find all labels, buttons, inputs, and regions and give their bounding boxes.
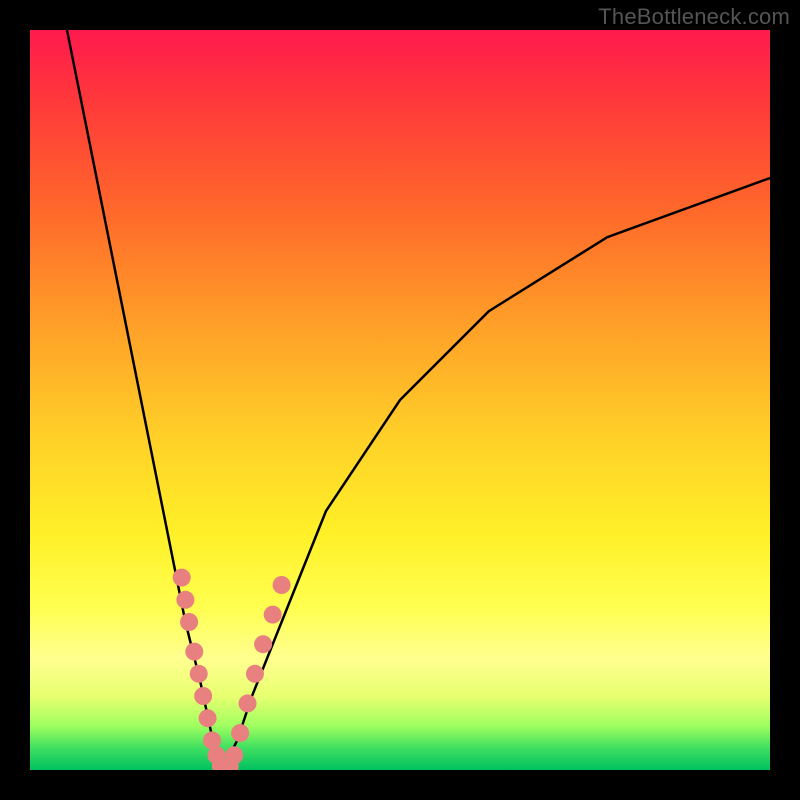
marker-dot bbox=[239, 694, 257, 712]
marker-dot bbox=[273, 576, 291, 594]
marker-dot bbox=[264, 606, 282, 624]
watermark-text: TheBottleneck.com bbox=[598, 4, 790, 30]
marker-dot bbox=[173, 569, 191, 587]
plot-area bbox=[30, 30, 770, 770]
marker-dot bbox=[225, 746, 243, 764]
marker-dot bbox=[185, 643, 203, 661]
marker-dot bbox=[231, 724, 249, 742]
marker-dot bbox=[194, 687, 212, 705]
marker-dot bbox=[199, 709, 217, 727]
curve-svg bbox=[30, 30, 770, 770]
marker-dot bbox=[176, 591, 194, 609]
curve-layer bbox=[67, 30, 770, 770]
series-v-curve-right bbox=[222, 178, 770, 770]
marker-dot bbox=[190, 665, 208, 683]
marker-dot bbox=[254, 635, 272, 653]
chart-frame: TheBottleneck.com bbox=[0, 0, 800, 800]
marker-layer bbox=[173, 569, 291, 770]
marker-dot bbox=[246, 665, 264, 683]
marker-dot bbox=[180, 613, 198, 631]
